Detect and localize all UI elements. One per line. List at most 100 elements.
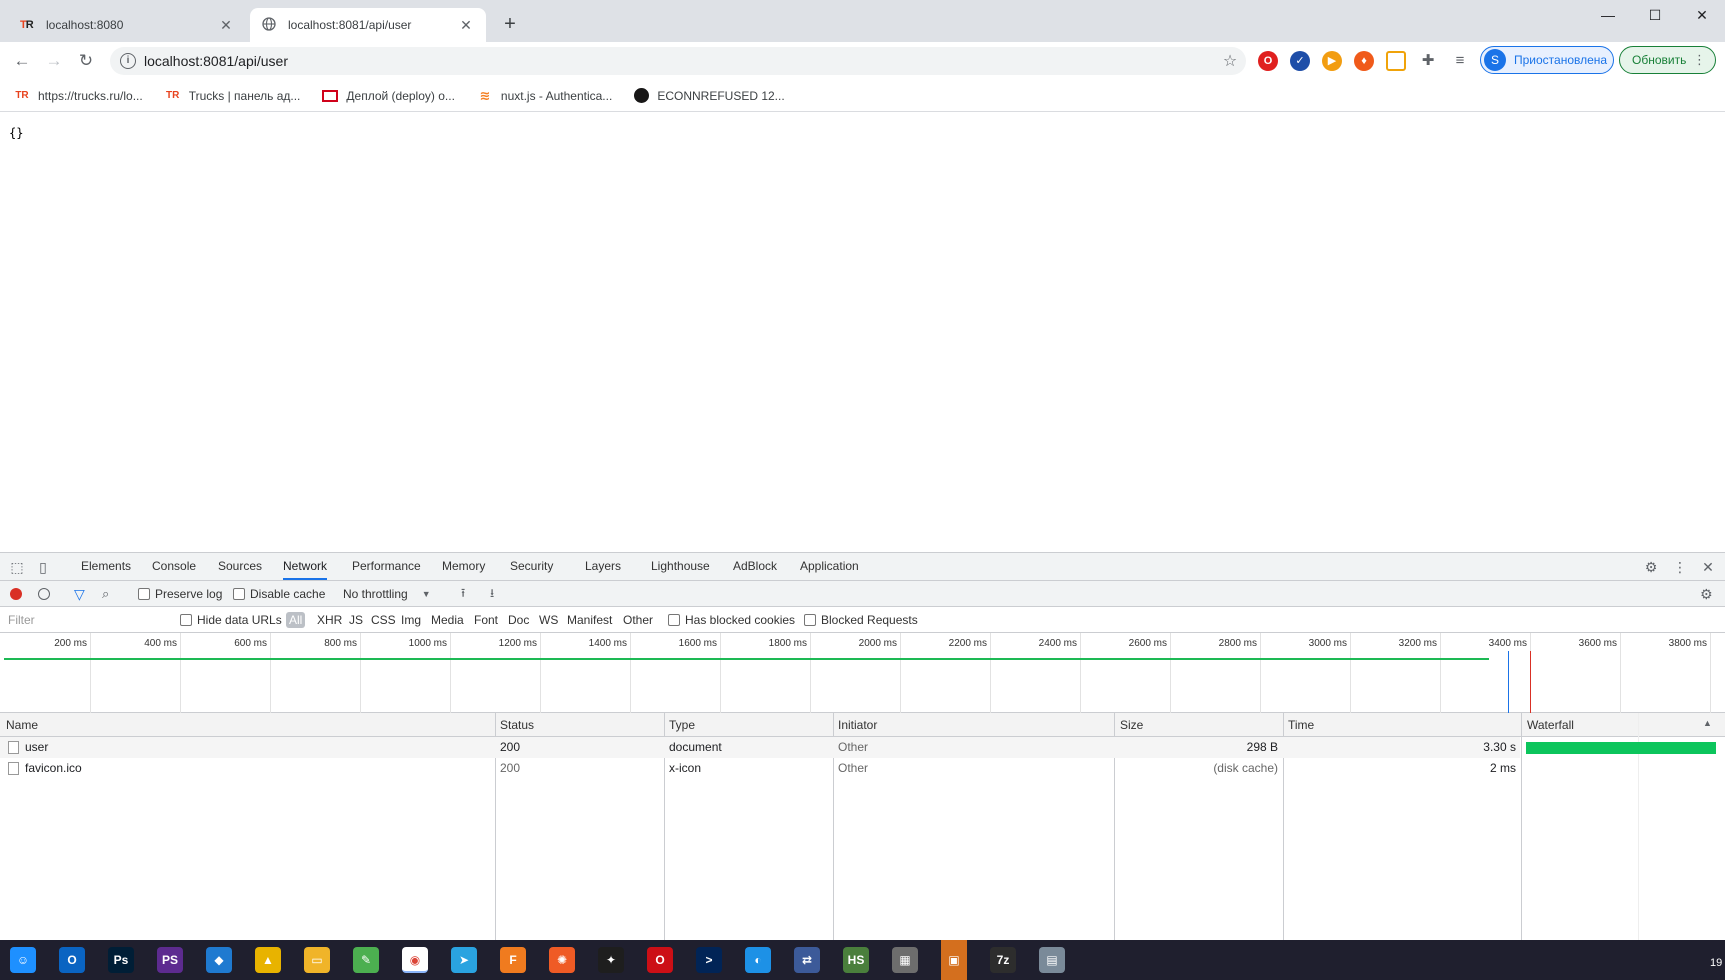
header-time[interactable]: Time [1288, 718, 1314, 732]
preserve-log-checkbox[interactable]: Preserve log [138, 586, 222, 602]
header-name[interactable]: Name [6, 718, 38, 732]
kebab-menu-icon[interactable]: ⋮ [1671, 558, 1689, 576]
has-blocked-cookies-checkbox[interactable]: Has blocked cookies [668, 612, 795, 628]
filter-type-img[interactable]: Img [401, 613, 421, 627]
filter-icon[interactable]: ▽ [74, 586, 85, 602]
forward-arrow-icon[interactable]: → [42, 49, 66, 73]
play-extension-icon[interactable]: ▶ [1322, 51, 1342, 71]
clock[interactable]: 19 [1710, 957, 1722, 969]
filter-type-other[interactable]: Other [623, 613, 653, 627]
network-overview[interactable]: 200 ms 400 ms 600 ms 800 ms 1000 ms 1200 ms 14… [0, 633, 1725, 713]
header-size[interactable]: Size [1120, 718, 1143, 732]
header-initiator[interactable]: Initiator [838, 718, 877, 732]
network-settings-gear-icon[interactable]: ⚙ [1700, 586, 1713, 602]
kebab-menu-icon[interactable]: ⋮ [1693, 52, 1706, 68]
back-arrow-icon[interactable]: ← [10, 49, 34, 73]
filter-type-ws[interactable]: WS [539, 613, 558, 627]
bookmark-item[interactable]: Деплой (deploy) о... [322, 89, 455, 103]
address-bar[interactable]: i localhost:8081/api/user ☆ [110, 47, 1246, 75]
bookmark-star-icon[interactable]: ☆ [1220, 51, 1240, 71]
info-icon[interactable]: i [120, 53, 136, 69]
table-row[interactable]: favicon.ico 200 x-icon Other (disk cache… [0, 758, 1520, 779]
maximize-button[interactable]: ☐ [1632, 0, 1678, 30]
close-window-button[interactable]: ✕ [1679, 0, 1725, 30]
header-type[interactable]: Type [669, 718, 695, 732]
taskbar-app-arduino-icon[interactable]: ▲ [255, 947, 281, 973]
profile-button[interactable]: S Приостановлена [1480, 46, 1614, 74]
tab-api-user[interactable]: localhost:8081/api/user ✕ [250, 8, 486, 42]
taskbar-app-calculator-icon[interactable]: ▦ [892, 947, 918, 973]
puzzle-extensions-icon[interactable]: ✚ [1418, 51, 1438, 71]
taskbar-app-chrome-icon[interactable]: ◉ [402, 947, 428, 973]
bookmark-item[interactable]: ECONNREFUSED 12... [634, 88, 785, 103]
tab-lighthouse[interactable]: Lighthouse [651, 553, 710, 580]
tab-memory[interactable]: Memory [442, 553, 485, 580]
clear-icon[interactable] [38, 586, 50, 602]
sort-arrow-icon[interactable]: ▲ [1703, 718, 1712, 728]
header-status[interactable]: Status [500, 718, 534, 732]
tab-close-icon[interactable]: ✕ [458, 17, 474, 34]
taskbar-app-folder-icon[interactable]: ▭ [304, 947, 330, 973]
fire-extension-icon[interactable]: ♦ [1354, 51, 1374, 71]
taskbar-app-finder-icon-icon[interactable]: ☺ [10, 947, 36, 973]
filter-type-all[interactable]: All [286, 612, 306, 628]
disable-cache-checkbox[interactable]: Disable cache [233, 586, 325, 602]
crop-extension-icon[interactable] [1386, 51, 1406, 71]
bookmark-item[interactable]: TR https://trucks.ru/lo... [14, 89, 142, 103]
filter-type-font[interactable]: Font [474, 613, 498, 627]
tab-network[interactable]: Network [283, 553, 328, 580]
filter-input[interactable]: Filter [4, 611, 168, 629]
search-icon[interactable]: ⌕ [102, 586, 109, 602]
bookmark-item[interactable]: TR Trucks | панель ад... [165, 89, 300, 103]
record-button[interactable] [10, 586, 22, 602]
new-tab-button[interactable]: + [498, 12, 522, 36]
taskbar-app-window-icon[interactable]: ▤ [1039, 947, 1065, 973]
bookmark-item[interactable]: ≋ nuxt.js - Authentica... [477, 88, 612, 103]
shield-extension-icon[interactable]: ✓ [1290, 51, 1310, 71]
tab-localhost-8080[interactable]: TR localhost:8080 ✕ [8, 8, 246, 42]
tab-application[interactable]: Application [800, 553, 859, 580]
blocked-requests-checkbox[interactable]: Blocked Requests [804, 612, 918, 628]
filter-type-media[interactable]: Media [431, 613, 464, 627]
opera-extension-icon[interactable]: O [1258, 51, 1278, 71]
download-har-icon[interactable]: ⭳ [490, 586, 494, 602]
tab-elements[interactable]: Elements [81, 553, 131, 580]
throttling-select[interactable]: No throttling ▼ [343, 586, 431, 602]
address-url[interactable]: localhost:8081/api/user [144, 53, 1220, 69]
taskbar-app-outlook-icon[interactable]: O [59, 947, 85, 973]
update-button[interactable]: Обновить ⋮ [1619, 46, 1716, 74]
tab-adblock[interactable]: AdBlock [733, 553, 777, 580]
taskbar-app-remote-icon[interactable]: ▣ [941, 940, 967, 980]
filter-type-manifest[interactable]: Manifest [567, 613, 612, 627]
close-devtools-icon[interactable]: ✕ [1699, 558, 1717, 576]
taskbar-app-hs-icon[interactable]: HS [843, 947, 869, 973]
taskbar-app-ps-icon[interactable]: PS [157, 947, 183, 973]
taskbar-app-fl-icon[interactable]: F [500, 947, 526, 973]
taskbar-app-vs-code-icon[interactable]: ◆ [206, 947, 232, 973]
taskbar-app-docker-icon[interactable]: ◐ [745, 947, 771, 973]
filter-type-css[interactable]: CSS [371, 613, 396, 627]
taskbar-app-notepad-icon[interactable]: ✎ [353, 947, 379, 973]
media-queue-icon[interactable]: ≡ [1450, 51, 1470, 71]
device-toolbar-icon[interactable]: ▯ [34, 558, 52, 576]
taskbar-app-postman-icon[interactable]: ✺ [549, 947, 575, 973]
tab-sources[interactable]: Sources [218, 553, 262, 580]
header-waterfall[interactable]: Waterfall [1527, 718, 1574, 732]
tab-performance[interactable]: Performance [352, 553, 421, 580]
taskbar-app-figma-icon[interactable]: ✦ [598, 947, 624, 973]
inspect-element-icon[interactable]: ⬚ [8, 558, 26, 576]
tab-layers[interactable]: Layers [585, 553, 621, 580]
filter-type-xhr[interactable]: XHR [317, 613, 342, 627]
tab-close-icon[interactable]: ✕ [218, 17, 234, 34]
minimize-button[interactable]: — [1585, 0, 1631, 30]
taskbar-app-telegram-icon[interactable]: ➤ [451, 947, 477, 973]
gear-icon[interactable]: ⚙ [1642, 558, 1660, 576]
filter-type-js[interactable]: JS [349, 613, 363, 627]
filter-type-doc[interactable]: Doc [508, 613, 529, 627]
taskbar-app-ps-icon[interactable]: Ps [108, 947, 134, 973]
tab-console[interactable]: Console [152, 553, 196, 580]
upload-har-icon[interactable]: ⭱ [461, 586, 465, 602]
taskbar-app-opera-icon[interactable]: O [647, 947, 673, 973]
reload-icon[interactable]: ↻ [74, 49, 98, 73]
taskbar-app-7z-icon[interactable]: 7z [990, 947, 1016, 973]
